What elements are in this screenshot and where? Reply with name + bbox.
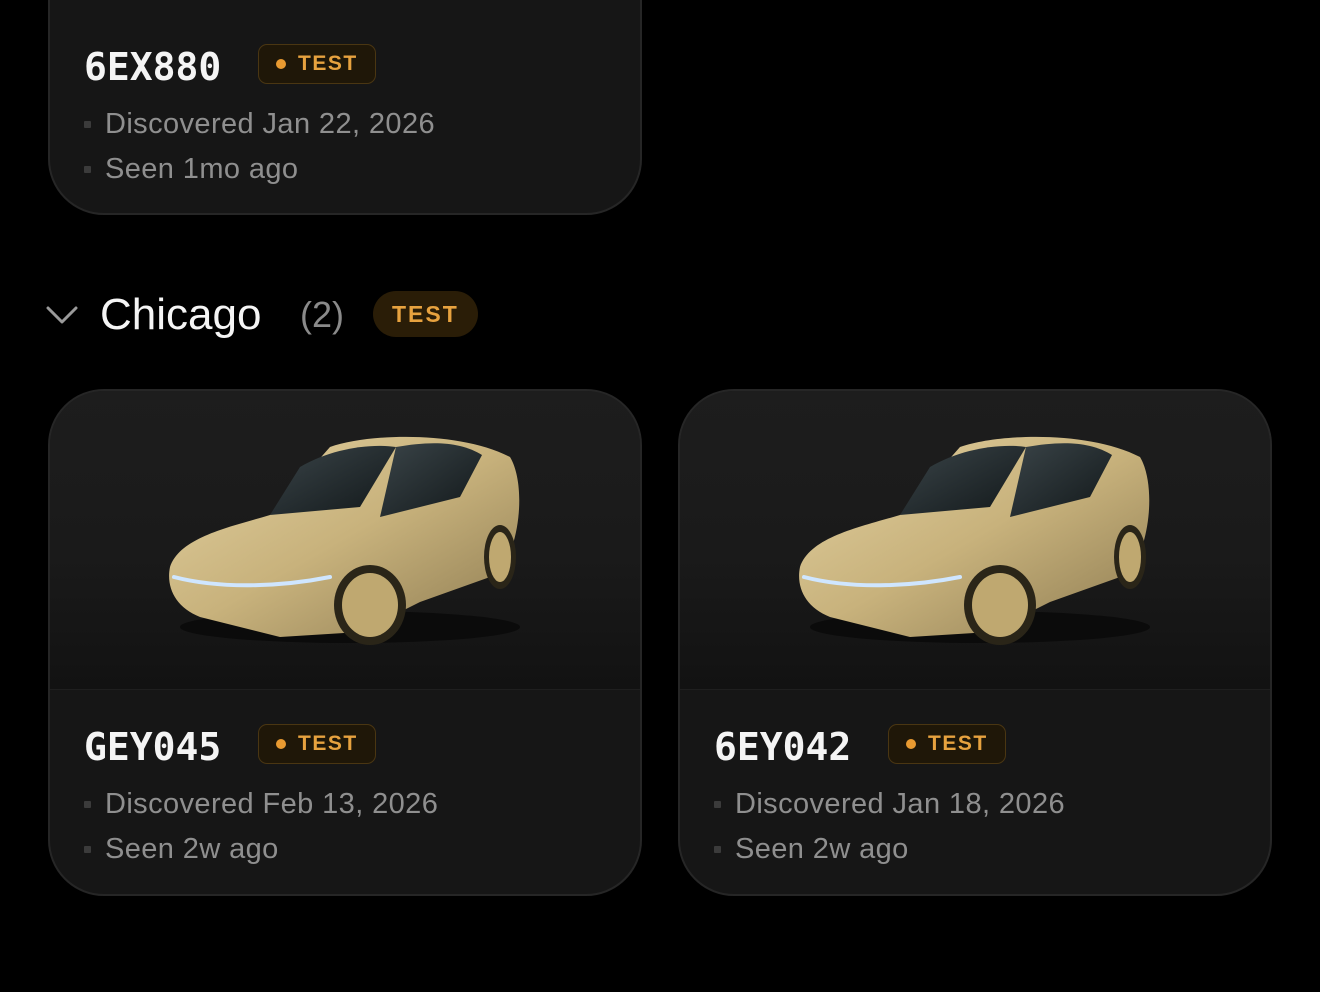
bullet-icon [84,121,91,128]
vehicle-card[interactable]: 6EX880 TEST Discovered Jan 22, 2026 Seen… [48,0,642,215]
status-badge-label: TEST [928,732,988,755]
seen-row: Seen 2w ago [84,835,279,864]
discovered-text: Discovered Feb 13, 2026 [105,788,439,820]
status-dot-icon [276,59,286,69]
discovered-row: Discovered Jan 18, 2026 [714,790,1065,819]
seen-text: Seen 2w ago [735,833,909,865]
license-plate: 6EY042 [714,725,852,769]
status-dot-icon [906,739,916,749]
seen-row: Seen 1mo ago [84,155,298,184]
license-plate: GEY045 [84,725,222,769]
seen-text: Seen 2w ago [105,833,279,865]
status-badge-label: TEST [298,732,358,755]
bullet-icon [714,801,721,808]
vehicle-card[interactable]: 6EY042 TEST Discovered Jan 18, 2026 Seen… [678,389,1272,896]
bullet-icon [84,801,91,808]
status-badge: TEST [258,44,376,84]
vehicle-card[interactable]: GEY045 TEST Discovered Feb 13, 2026 Seen… [48,389,642,896]
group-title: Chicago [100,290,262,339]
discovered-row: Discovered Jan 22, 2026 [84,110,435,139]
group-status-badge: TEST [373,291,478,337]
bullet-icon [84,166,91,173]
chevron-down-icon[interactable] [46,302,78,328]
seen-text: Seen 1mo ago [105,153,299,185]
vehicle-image [680,391,1270,690]
group-count: (2) [300,294,344,335]
vehicle-list-page: 6EX880 TEST Discovered Jan 22, 2026 Seen… [0,0,1320,992]
bullet-icon [84,846,91,853]
bullet-icon [714,846,721,853]
status-badge: TEST [888,724,1006,764]
car-image-icon [799,436,1150,645]
vehicle-image [50,391,640,690]
discovered-text: Discovered Jan 22, 2026 [105,108,436,140]
status-dot-icon [276,739,286,749]
status-badge-label: TEST [298,52,358,75]
group-header-chicago[interactable]: Chicago (2) TEST [46,290,646,340]
discovered-row: Discovered Feb 13, 2026 [84,790,438,819]
seen-row: Seen 2w ago [714,835,909,864]
status-badge: TEST [258,724,376,764]
discovered-text: Discovered Jan 18, 2026 [735,788,1066,820]
car-image-icon [169,436,520,645]
license-plate: 6EX880 [84,45,222,89]
